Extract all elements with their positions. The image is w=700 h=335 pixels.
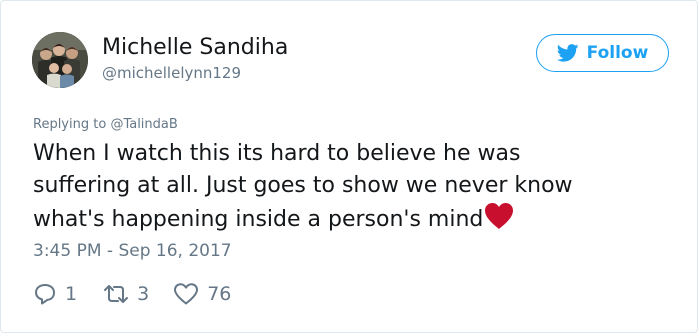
- reply-count: 1: [65, 283, 78, 305]
- tweet-text-line-content: what's happening inside a person's mind: [33, 207, 484, 232]
- avatar[interactable]: [32, 32, 88, 88]
- group-photo-icon: [32, 32, 88, 88]
- heart-outline-icon: [174, 283, 199, 305]
- tweet-actions: 1 3 76: [33, 281, 231, 307]
- reply-mention-link[interactable]: @TalindaB: [110, 117, 177, 132]
- twitter-bird-icon: [556, 44, 579, 62]
- red-heart-icon: [484, 202, 514, 240]
- reply-button[interactable]: 1: [33, 282, 77, 306]
- follow-button-label: Follow: [586, 43, 649, 63]
- tweet-card: Michelle Sandiha @michellelynn129 Follow…: [0, 0, 698, 333]
- tweet-text-line: When I watch this its hard to believe he…: [33, 141, 521, 166]
- like-count: 76: [207, 283, 232, 305]
- reply-icon: [35, 284, 55, 305]
- retweet-icon: [104, 285, 129, 303]
- retweet-button[interactable]: 3: [103, 282, 149, 306]
- retweet-count: 3: [137, 283, 150, 305]
- screen-name[interactable]: @michellelynn129: [102, 64, 241, 82]
- tweet-text: When I watch this its hard to believe he…: [33, 138, 673, 240]
- tweet-text-line: suffering at all. Just goes to show we n…: [33, 173, 573, 198]
- display-name[interactable]: Michelle Sandiha: [102, 35, 288, 61]
- reply-context-prefix: Replying to: [33, 117, 111, 132]
- reply-context: Replying to @TalindaB: [33, 117, 178, 133]
- like-button[interactable]: 76: [173, 282, 231, 306]
- timestamp-link[interactable]: 3:45 PM - Sep 16, 2017: [33, 240, 232, 262]
- tweet-text-line-last: what's happening inside a person's mind: [33, 202, 673, 240]
- follow-button[interactable]: Follow: [536, 34, 669, 72]
